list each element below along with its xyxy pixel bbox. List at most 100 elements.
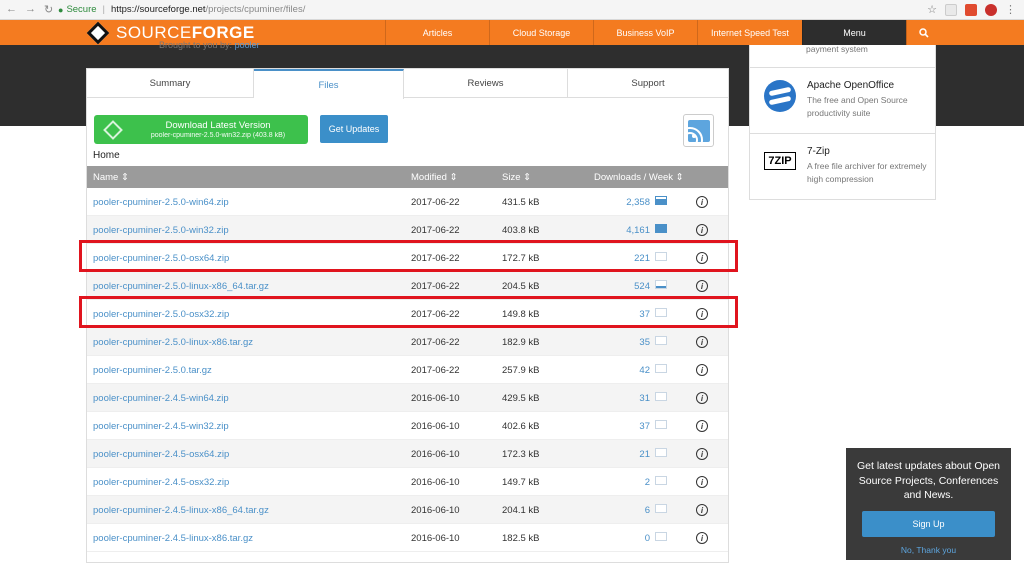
info-icon[interactable]: i xyxy=(696,364,708,376)
col-downloads[interactable]: Downloads / Week ⇕ xyxy=(594,172,684,183)
file-name-link[interactable]: pooler-cpuminer-2.4.5-osx32.zip xyxy=(93,477,229,488)
info-icon[interactable]: i xyxy=(696,448,708,460)
col-name[interactable]: Name ⇕ xyxy=(93,172,129,183)
file-size: 172.3 kB xyxy=(502,449,540,460)
table-row: pooler-cpuminer-2.4.5-osx32.zip 2016-06-1… xyxy=(87,468,728,496)
download-trend-icon xyxy=(655,504,667,513)
col-downloads-label: Downloads / Week xyxy=(594,172,674,183)
sign-up-button[interactable]: Sign Up xyxy=(862,510,995,537)
file-size: 204.5 kB xyxy=(502,281,540,292)
col-modified-label: Modified xyxy=(411,172,447,183)
card-description: A free file archiver for extremely high … xyxy=(807,161,927,184)
info-icon[interactable]: i xyxy=(696,420,708,432)
forward-icon[interactable]: → xyxy=(25,3,36,16)
sidebar-card-openoffice[interactable]: Apache OpenOffice The free and Open Sour… xyxy=(750,67,935,133)
get-updates-button[interactable]: Get Updates xyxy=(320,115,388,143)
file-downloads[interactable]: 6 xyxy=(645,505,650,516)
newsletter-message: Get latest updates about Open Source Pro… xyxy=(856,460,1001,501)
file-name-link[interactable]: pooler-cpuminer-2.4.5-win32.zip xyxy=(93,421,229,432)
tab-support[interactable]: Support xyxy=(568,69,728,98)
info-icon[interactable]: i xyxy=(696,392,708,404)
no-thanks-link[interactable]: No, Thank you xyxy=(846,545,1011,555)
info-icon[interactable]: i xyxy=(696,280,708,292)
back-icon[interactable]: ← xyxy=(6,3,17,16)
file-modified: 2016-06-10 xyxy=(411,477,460,488)
search-button[interactable] xyxy=(906,20,940,45)
download-trend-icon xyxy=(655,420,667,429)
info-icon[interactable]: i xyxy=(696,224,708,236)
sidebar-card-7zip[interactable]: 7ZIP 7-Zip A free file archiver for extr… xyxy=(750,133,935,199)
table-row: pooler-cpuminer-2.4.5-osx64.zip 2016-06-1… xyxy=(87,440,728,468)
col-modified[interactable]: Modified ⇕ xyxy=(411,172,458,183)
tab-files[interactable]: Files xyxy=(254,69,404,99)
file-downloads[interactable]: 21 xyxy=(639,449,650,460)
nav-internet-speed-test[interactable]: Internet Speed Test xyxy=(697,20,802,45)
info-icon[interactable]: i xyxy=(696,532,708,544)
download-text: Download Latest Version pooler-cpuminer-… xyxy=(128,120,308,140)
file-name-link[interactable]: pooler-cpuminer-2.5.0-linux-x86.tar.gz xyxy=(93,337,253,348)
download-latest-button[interactable]: Download Latest Version pooler-cpuminer-… xyxy=(94,115,308,144)
file-modified: 2016-06-10 xyxy=(411,449,460,460)
openoffice-icon xyxy=(764,80,796,112)
file-name-link[interactable]: pooler-cpuminer-2.4.5-linux-x86_64.tar.g… xyxy=(93,505,269,516)
url-path: /projects/cpuminer/files/ xyxy=(205,4,306,15)
file-downloads[interactable]: 2,358 xyxy=(626,197,650,208)
related-projects-sidebar: payment system Apache OpenOffice The fre… xyxy=(749,45,936,200)
card-description: The free and Open Source productivity su… xyxy=(807,95,908,118)
extension-icon[interactable] xyxy=(965,3,977,16)
file-name-link[interactable]: pooler-cpuminer-2.5.0-win32.zip xyxy=(93,225,229,236)
file-downloads[interactable]: 524 xyxy=(634,281,650,292)
file-name-link[interactable]: pooler-cpuminer-2.5.0.tar.gz xyxy=(93,365,212,376)
nav-cloud-storage[interactable]: Cloud Storage xyxy=(489,20,593,45)
file-size: 182.5 kB xyxy=(502,533,540,544)
file-downloads[interactable]: 4,161 xyxy=(626,225,650,236)
file-modified: 2017-06-22 xyxy=(411,225,460,236)
table-row: pooler-cpuminer-2.4.5-win32.zip 2016-06-1… xyxy=(87,412,728,440)
sort-icon: ⇕ xyxy=(120,172,129,183)
brought-by-user-link[interactable]: pooler xyxy=(235,40,260,50)
search-icon xyxy=(918,27,929,38)
tab-summary[interactable]: Summary xyxy=(87,69,254,98)
file-modified: 2016-06-10 xyxy=(411,393,460,404)
extension-icon[interactable] xyxy=(945,3,957,16)
col-name-label: Name xyxy=(93,172,119,183)
breadcrumb[interactable]: Home xyxy=(93,150,120,161)
file-downloads[interactable]: 31 xyxy=(639,393,650,404)
nav-business-voip[interactable]: Business VoIP xyxy=(593,20,697,45)
reload-icon[interactable]: ↻ xyxy=(44,3,53,16)
file-name-link[interactable]: pooler-cpuminer-2.5.0-linux-x86_64.tar.g… xyxy=(93,281,269,292)
col-size[interactable]: Size ⇕ xyxy=(502,172,531,183)
file-size: 403.8 kB xyxy=(502,225,540,236)
rss-feed-button[interactable] xyxy=(683,114,714,147)
bookmark-star-icon[interactable]: ☆ xyxy=(927,3,937,16)
download-trend-icon xyxy=(655,364,667,373)
file-name-link[interactable]: pooler-cpuminer-2.4.5-osx64.zip xyxy=(93,449,229,460)
address-bar[interactable]: ● Secure | https://sourceforge.net/proje… xyxy=(58,2,927,18)
file-downloads[interactable]: 2 xyxy=(645,477,650,488)
file-name-link[interactable]: pooler-cpuminer-2.4.5-linux-x86.tar.gz xyxy=(93,533,253,544)
info-icon[interactable]: i xyxy=(696,476,708,488)
file-downloads[interactable]: 0 xyxy=(645,533,650,544)
download-trend-icon xyxy=(655,224,667,233)
file-name-link[interactable]: pooler-cpuminer-2.5.0-win64.zip xyxy=(93,197,229,208)
card-text: 7-Zip A free file archiver for extremely… xyxy=(807,146,927,186)
menu-button[interactable]: Menu xyxy=(802,20,906,45)
url-separator: | xyxy=(102,4,106,15)
file-modified: 2016-06-10 xyxy=(411,533,460,544)
rss-icon xyxy=(687,119,710,142)
kebab-menu-icon[interactable]: ⋮ xyxy=(1005,3,1016,16)
tab-reviews[interactable]: Reviews xyxy=(404,69,568,98)
file-downloads[interactable]: 37 xyxy=(639,421,650,432)
file-name-link[interactable]: pooler-cpuminer-2.4.5-win64.zip xyxy=(93,393,229,404)
download-icon xyxy=(103,119,123,140)
file-downloads[interactable]: 35 xyxy=(639,337,650,348)
extension-icon[interactable] xyxy=(985,3,997,16)
info-icon[interactable]: i xyxy=(696,196,708,208)
info-icon[interactable]: i xyxy=(696,336,708,348)
nav-articles[interactable]: Articles xyxy=(385,20,489,45)
file-downloads[interactable]: 42 xyxy=(639,365,650,376)
card-title: 7-Zip xyxy=(807,146,830,157)
info-icon[interactable]: i xyxy=(696,504,708,516)
card-text: Apache OpenOffice The free and Open Sour… xyxy=(807,80,927,120)
table-row: pooler-cpuminer-2.4.5-win64.zip 2016-06-1… xyxy=(87,384,728,412)
